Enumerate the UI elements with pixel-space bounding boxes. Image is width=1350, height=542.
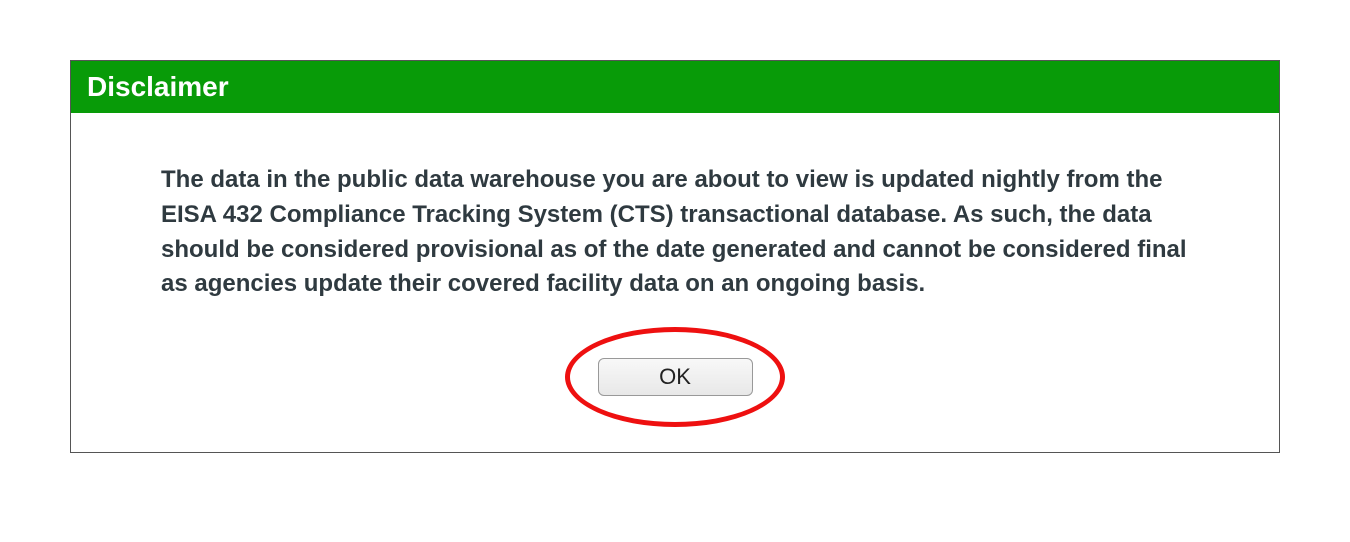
disclaimer-text: The data in the public data warehouse yo… <box>161 163 1189 302</box>
button-row: OK <box>161 332 1189 422</box>
disclaimer-dialog: Disclaimer The data in the public data w… <box>70 60 1280 453</box>
dialog-body: The data in the public data warehouse yo… <box>71 113 1279 452</box>
dialog-title: Disclaimer <box>71 61 1279 113</box>
ok-button[interactable]: OK <box>598 358 753 396</box>
